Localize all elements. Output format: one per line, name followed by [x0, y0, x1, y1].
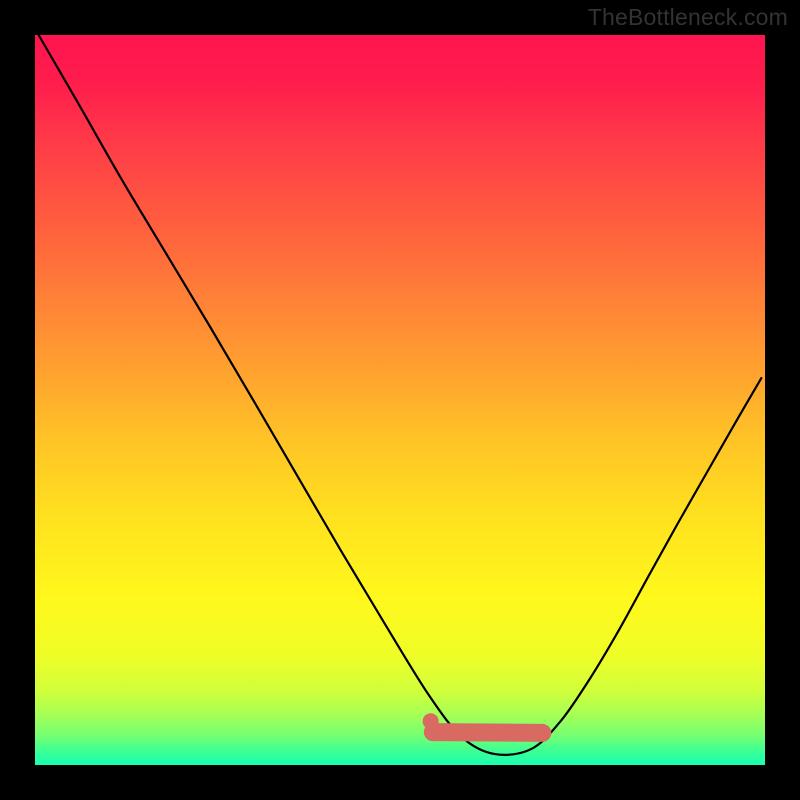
valley-dot [423, 713, 439, 729]
plot-area [35, 35, 765, 765]
curve-layer [35, 35, 765, 765]
bottleneck-curve [39, 35, 762, 755]
valley-band [433, 732, 542, 733]
watermark-text: TheBottleneck.com [588, 4, 788, 31]
chart-frame: TheBottleneck.com [0, 0, 800, 800]
